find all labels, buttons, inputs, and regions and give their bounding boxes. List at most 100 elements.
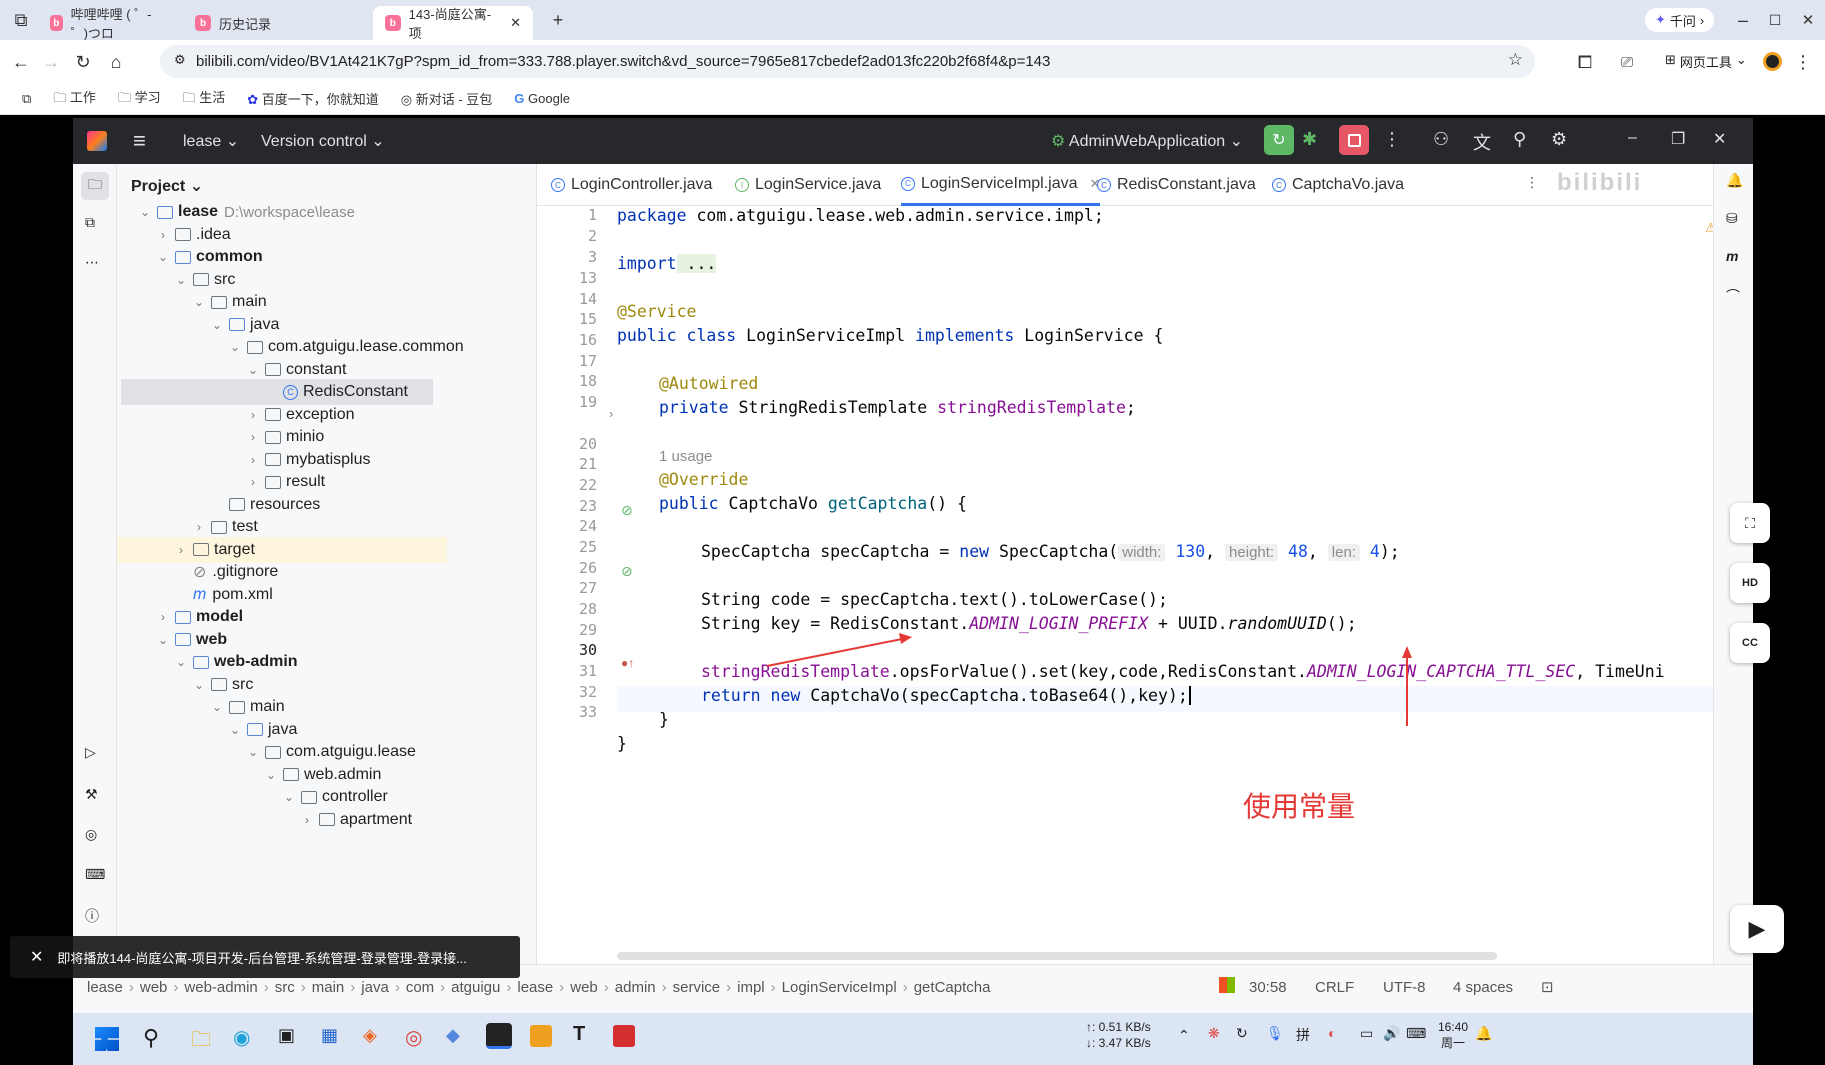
search-icon[interactable]: ⚲ <box>1513 129 1526 150</box>
chrome-icon[interactable]: ◎ <box>405 1025 422 1050</box>
expand-chevron-icon[interactable]: › <box>155 228 171 242</box>
close-tab-icon[interactable]: ✕ <box>510 15 521 31</box>
expand-chevron-icon[interactable]: ⌄ <box>245 363 261 377</box>
breadcrumb-item[interactable]: service <box>673 979 721 996</box>
expand-chevron-icon[interactable]: › <box>245 475 261 489</box>
editor-tab[interactable]: C CaptchaVo.java <box>1272 164 1404 206</box>
expand-chevron-icon[interactable]: ⌄ <box>209 700 225 714</box>
expand-chevron-icon[interactable]: ⌄ <box>191 295 207 309</box>
subtitle-icon[interactable]: CC <box>1730 623 1770 663</box>
more-menu-icon[interactable]: ⋮ <box>1790 49 1816 75</box>
expand-chevron-icon[interactable]: › <box>245 453 261 467</box>
bookmark-folder[interactable]: 🗀 生活 <box>183 87 226 111</box>
expand-chevron-icon[interactable]: ⌄ <box>263 768 279 782</box>
browser-tab[interactable]: b 哔哩哔哩 ( ゜- ゜)つロ <box>38 6 183 41</box>
maximize-icon[interactable]: ☐ <box>1762 7 1788 33</box>
expand-chevron-icon[interactable]: ⌄ <box>155 250 171 264</box>
site-info-icon[interactable]: ⚙ <box>174 52 186 68</box>
ide-restore-icon[interactable]: ❐ <box>1671 129 1685 149</box>
avatar[interactable] <box>1763 52 1782 71</box>
indent-setting[interactable]: 4 spaces <box>1453 979 1513 996</box>
run-tool-icon[interactable]: ▷ <box>85 744 96 761</box>
expand-chevron-icon[interactable]: ⌄ <box>245 745 261 759</box>
settings-icon[interactable]: ⚙ <box>1551 129 1567 150</box>
tray-sync-icon[interactable]: ↻ <box>1236 1025 1248 1042</box>
minimize-icon[interactable]: – <box>1730 7 1756 33</box>
maven-icon[interactable]: m <box>1726 248 1738 264</box>
volume-icon[interactable]: 🔊 <box>1383 1025 1400 1042</box>
bookmark-link[interactable]: G Google <box>514 91 570 106</box>
tree-item[interactable]: › target <box>117 536 447 563</box>
usage-hint[interactable]: 1 usage <box>659 448 712 465</box>
intellij-taskbar-icon[interactable] <box>486 1023 512 1049</box>
screenshot-icon[interactable]: ⎚ <box>1614 49 1640 75</box>
back-icon[interactable]: ← <box>8 49 34 75</box>
rerun-button[interactable]: ↻ <box>1264 125 1294 155</box>
close-icon[interactable]: ✕ <box>30 947 43 967</box>
bookmark-link[interactable]: ✿ 百度一下，你就知道 <box>247 89 379 108</box>
network-icon[interactable]: ⌨ <box>1406 1025 1426 1042</box>
breadcrumb-item[interactable]: getCaptcha <box>914 979 991 996</box>
stop-button[interactable] <box>1339 125 1369 155</box>
main-menu-icon[interactable]: ≡ <box>133 128 146 154</box>
file-explorer-icon[interactable]: 🗀 <box>191 1025 211 1059</box>
play-icon[interactable]: ▶ <box>1730 905 1784 953</box>
tab-groups-icon[interactable]: ⧉ <box>22 91 31 107</box>
browser-tab[interactable]: b 历史记录 <box>183 6 373 40</box>
fold-chevron-icon[interactable]: › <box>609 406 613 421</box>
tree-item[interactable]: › apartment <box>299 807 412 833</box>
expand-chevron-icon[interactable]: ⌄ <box>209 318 225 332</box>
gradle-icon[interactable]: ⌒ <box>1726 286 1740 306</box>
bookmark-link[interactable]: ◎ 新对话 - 豆包 <box>401 89 493 108</box>
bookmark-folder[interactable]: 🗀 学习 <box>118 87 161 111</box>
app-icon[interactable] <box>613 1025 635 1047</box>
expand-chevron-icon[interactable]: ⌄ <box>155 633 171 647</box>
database-icon[interactable]: ⛁ <box>1726 210 1738 227</box>
problems-tool-icon[interactable]: ⓘ <box>85 906 99 926</box>
clock[interactable]: 16:40 周一 <box>1438 1019 1468 1051</box>
app-icon[interactable]: ◆ <box>446 1025 460 1046</box>
start-icon[interactable] <box>95 1027 119 1051</box>
input-method-icon[interactable]: 拼 <box>1296 1025 1310 1045</box>
project-tool-icon[interactable]: 🗀 <box>81 172 109 200</box>
ide-minimize-icon[interactable]: – <box>1628 129 1637 147</box>
breadcrumb-item[interactable]: admin <box>615 979 656 996</box>
breadcrumb-item[interactable]: impl <box>737 979 765 996</box>
terminal-tool-icon[interactable]: ⌨ <box>85 866 105 883</box>
expand-chevron-icon[interactable]: ⌄ <box>173 273 189 287</box>
forward-icon[interactable]: → <box>38 49 64 75</box>
build-tool-icon[interactable]: ⚒ <box>85 786 98 803</box>
breadcrumb-item[interactable]: web-admin <box>184 979 257 996</box>
code-area[interactable]: package com.atguigu.lease.web.admin.serv… <box>617 206 1753 964</box>
notifications-icon[interactable]: 🔔 <box>1726 172 1743 189</box>
translate-icon[interactable]: 文 <box>1473 129 1491 155</box>
breadcrumb-item[interactable]: lease <box>517 979 553 996</box>
tray-chevron-icon[interactable]: ⌃ <box>1178 1027 1190 1044</box>
project-switcher[interactable]: lease ⌄ <box>183 131 239 151</box>
tray-app-icon[interactable]: ◐ <box>1328 1025 1336 1041</box>
expand-chevron-icon[interactable]: › <box>173 543 189 557</box>
store-icon[interactable]: ▦ <box>321 1025 338 1046</box>
close-window-icon[interactable]: ✕ <box>1795 7 1821 33</box>
more-actions-icon[interactable]: ⋮ <box>1383 129 1401 150</box>
expand-chevron-icon[interactable]: › <box>155 610 171 624</box>
breadcrumb-item[interactable]: com <box>406 979 434 996</box>
fullscreen-icon[interactable]: ⛶ <box>1730 503 1770 543</box>
breadcrumb-item[interactable]: src <box>275 979 295 996</box>
breadcrumb-item[interactable]: LoginServiceImpl <box>782 979 897 996</box>
breadcrumb-item[interactable]: java <box>361 979 389 996</box>
search-icon[interactable]: ⚲ <box>143 1025 159 1051</box>
edge-icon[interactable]: ◉ <box>233 1025 250 1050</box>
breadcrumb-item[interactable]: atguigu <box>451 979 500 996</box>
bookmark-folder[interactable]: 🗀 工作 <box>53 87 96 111</box>
notification-bell-icon[interactable]: 🔔 <box>1475 1025 1492 1042</box>
breadcrumb-item[interactable]: main <box>312 979 345 996</box>
run-config-selector[interactable]: ⚙ AdminWebApplication ⌄ <box>1051 131 1243 151</box>
expand-chevron-icon[interactable]: ⌄ <box>281 790 297 804</box>
vcs-menu[interactable]: Version control ⌄ <box>261 131 385 151</box>
file-encoding[interactable]: UTF-8 <box>1383 979 1426 996</box>
breadcrumb-item[interactable]: lease <box>87 979 123 996</box>
project-panel-title[interactable]: Project ⌄ <box>131 176 203 196</box>
editor-tab-active[interactable]: C LoginServiceImpl.java ✕ <box>901 164 1101 206</box>
breadcrumb-item[interactable]: web <box>140 979 168 996</box>
